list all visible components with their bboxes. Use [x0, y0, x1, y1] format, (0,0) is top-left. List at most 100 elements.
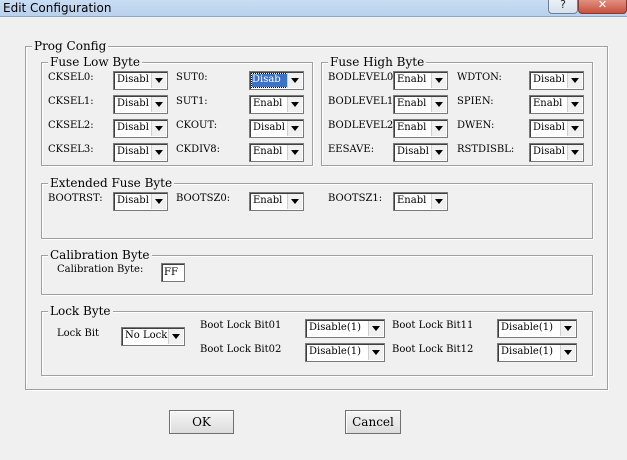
cksel3-label: CKSEL3: [48, 144, 94, 155]
chevron-down-icon[interactable] [368, 345, 383, 360]
wdton-label: WDTON: [457, 72, 502, 83]
bootlock12-combo[interactable]: Disable(1) [497, 343, 577, 362]
bootlock02-combo[interactable]: Disable(1) [305, 343, 385, 362]
chevron-down-icon[interactable] [567, 73, 582, 88]
spien-label: SPIEN: [457, 96, 494, 107]
bootsz0-value: Enabl [253, 195, 283, 206]
bootlock01-label: Boot Lock Bit01 [200, 320, 282, 331]
bodlevel2-label: BODLEVEL2: [328, 120, 397, 131]
bootrst-combo[interactable]: Disabl [113, 192, 168, 211]
bootsz0-label: BOOTSZ0: [176, 193, 231, 204]
bodlevel2-combo[interactable]: Enabl [393, 119, 448, 138]
chevron-down-icon[interactable] [151, 121, 166, 136]
bootrst-label: BOOTRST: [48, 193, 103, 204]
bootsz1-combo[interactable]: Enabl [393, 192, 448, 211]
chevron-down-icon[interactable] [431, 73, 446, 88]
bodlevel2-value: Enabl [397, 122, 427, 133]
rstdisbl-value: Disabl [533, 146, 565, 157]
cksel2-value: Disabl [117, 122, 149, 133]
calibration-label: Calibration Byte: [57, 264, 144, 275]
chevron-down-icon[interactable] [287, 145, 302, 160]
ckout-value: Disabl [253, 122, 285, 133]
chevron-down-icon[interactable] [368, 321, 383, 336]
ckdiv8-combo[interactable]: Enabl [249, 143, 304, 162]
chevron-down-icon[interactable] [151, 73, 166, 88]
bodlevel1-value: Enabl [397, 98, 427, 109]
bootlock01-combo[interactable]: Disable(1) [305, 319, 385, 338]
bootsz1-value: Enabl [397, 195, 427, 206]
sut0-combo[interactable]: Disab [249, 71, 304, 90]
eesave-combo[interactable]: Disabl [393, 143, 448, 162]
fuse-high-legend: Fuse High Byte [328, 55, 427, 69]
sut1-combo[interactable]: Enabl [249, 95, 304, 114]
bodlevel0-combo[interactable]: Enabl [393, 71, 448, 90]
chevron-down-icon[interactable] [287, 73, 302, 88]
calibration-input[interactable]: FF [161, 263, 185, 282]
cksel1-label: CKSEL1: [48, 96, 94, 107]
bodlevel1-combo[interactable]: Enabl [393, 95, 448, 114]
chevron-down-icon[interactable] [431, 194, 446, 209]
chevron-down-icon[interactable] [567, 121, 582, 136]
cksel1-combo[interactable]: Disabl [113, 95, 168, 114]
wdton-value: Disabl [533, 74, 565, 85]
cksel0-combo[interactable]: Disabl [113, 71, 168, 90]
lock-bit-label: Lock Bit [57, 328, 100, 339]
sut1-label: SUT1: [176, 96, 208, 107]
rstdisbl-combo[interactable]: Disabl [529, 143, 584, 162]
chevron-down-icon[interactable] [567, 145, 582, 160]
ok-button[interactable]: OK [169, 410, 234, 434]
chevron-down-icon[interactable] [151, 194, 166, 209]
extended-fuse-legend: Extended Fuse Byte [48, 176, 175, 190]
chevron-down-icon[interactable] [560, 345, 575, 360]
ckdiv8-value: Enabl [253, 146, 283, 157]
ckout-combo[interactable]: Disabl [249, 119, 304, 138]
cksel0-label: CKSEL0: [48, 72, 94, 83]
dwen-combo[interactable]: Disabl [529, 119, 584, 138]
chevron-down-icon[interactable] [287, 194, 302, 209]
close-button[interactable]: ✕ [578, 0, 627, 14]
cksel3-combo[interactable]: Disabl [113, 143, 168, 162]
cksel2-combo[interactable]: Disabl [113, 119, 168, 138]
chevron-down-icon[interactable] [151, 97, 166, 112]
bootlock11-label: Boot Lock Bit11 [392, 320, 474, 331]
chevron-down-icon[interactable] [151, 145, 166, 160]
chevron-down-icon[interactable] [168, 329, 183, 344]
bootlock11-combo[interactable]: Disable(1) [497, 319, 577, 338]
chevron-down-icon[interactable] [287, 121, 302, 136]
ckdiv8-label: CKDIV8: [176, 144, 221, 155]
chevron-down-icon[interactable] [431, 97, 446, 112]
cksel0-value: Disabl [117, 74, 149, 85]
chevron-down-icon[interactable] [431, 145, 446, 160]
eesave-label: EESAVE: [328, 144, 375, 155]
bootlock02-value: Disable(1) [309, 346, 361, 357]
cksel3-value: Disabl [117, 146, 149, 157]
spien-combo[interactable]: Enabl [529, 95, 584, 114]
cksel2-label: CKSEL2: [48, 120, 94, 131]
calibration-legend: Calibration Byte [48, 248, 152, 262]
bodlevel0-label: BODLEVEL0: [328, 72, 397, 83]
cksel1-value: Disabl [117, 98, 149, 109]
help-button[interactable]: ? [548, 0, 578, 14]
bootlock02-label: Boot Lock Bit02 [200, 344, 282, 355]
chevron-down-icon[interactable] [287, 97, 302, 112]
wdton-combo[interactable]: Disabl [529, 71, 584, 90]
sut0-label: SUT0: [176, 72, 208, 83]
chevron-down-icon[interactable] [431, 121, 446, 136]
spien-value: Enabl [533, 98, 563, 109]
dwen-value: Disabl [533, 122, 565, 133]
chevron-down-icon[interactable] [560, 321, 575, 336]
rstdisbl-label: RSTDISBL: [457, 144, 515, 155]
lock-bit-combo[interactable]: No Lock [121, 327, 185, 346]
bootsz0-combo[interactable]: Enabl [249, 192, 304, 211]
ckout-label: CKOUT: [176, 120, 218, 131]
prog-config-legend: Prog Config [32, 39, 109, 53]
lock-bit-value: No Lock [125, 330, 168, 341]
bootlock11-value: Disable(1) [501, 322, 553, 333]
window-title: Edit Configuration [3, 1, 112, 15]
cancel-button[interactable]: Cancel [345, 410, 401, 434]
chevron-down-icon[interactable] [567, 97, 582, 112]
sut1-value: Enabl [253, 98, 283, 109]
bootlock12-label: Boot Lock Bit12 [392, 344, 474, 355]
sut0-value: Disab [251, 73, 288, 88]
bootlock01-value: Disable(1) [309, 322, 361, 333]
